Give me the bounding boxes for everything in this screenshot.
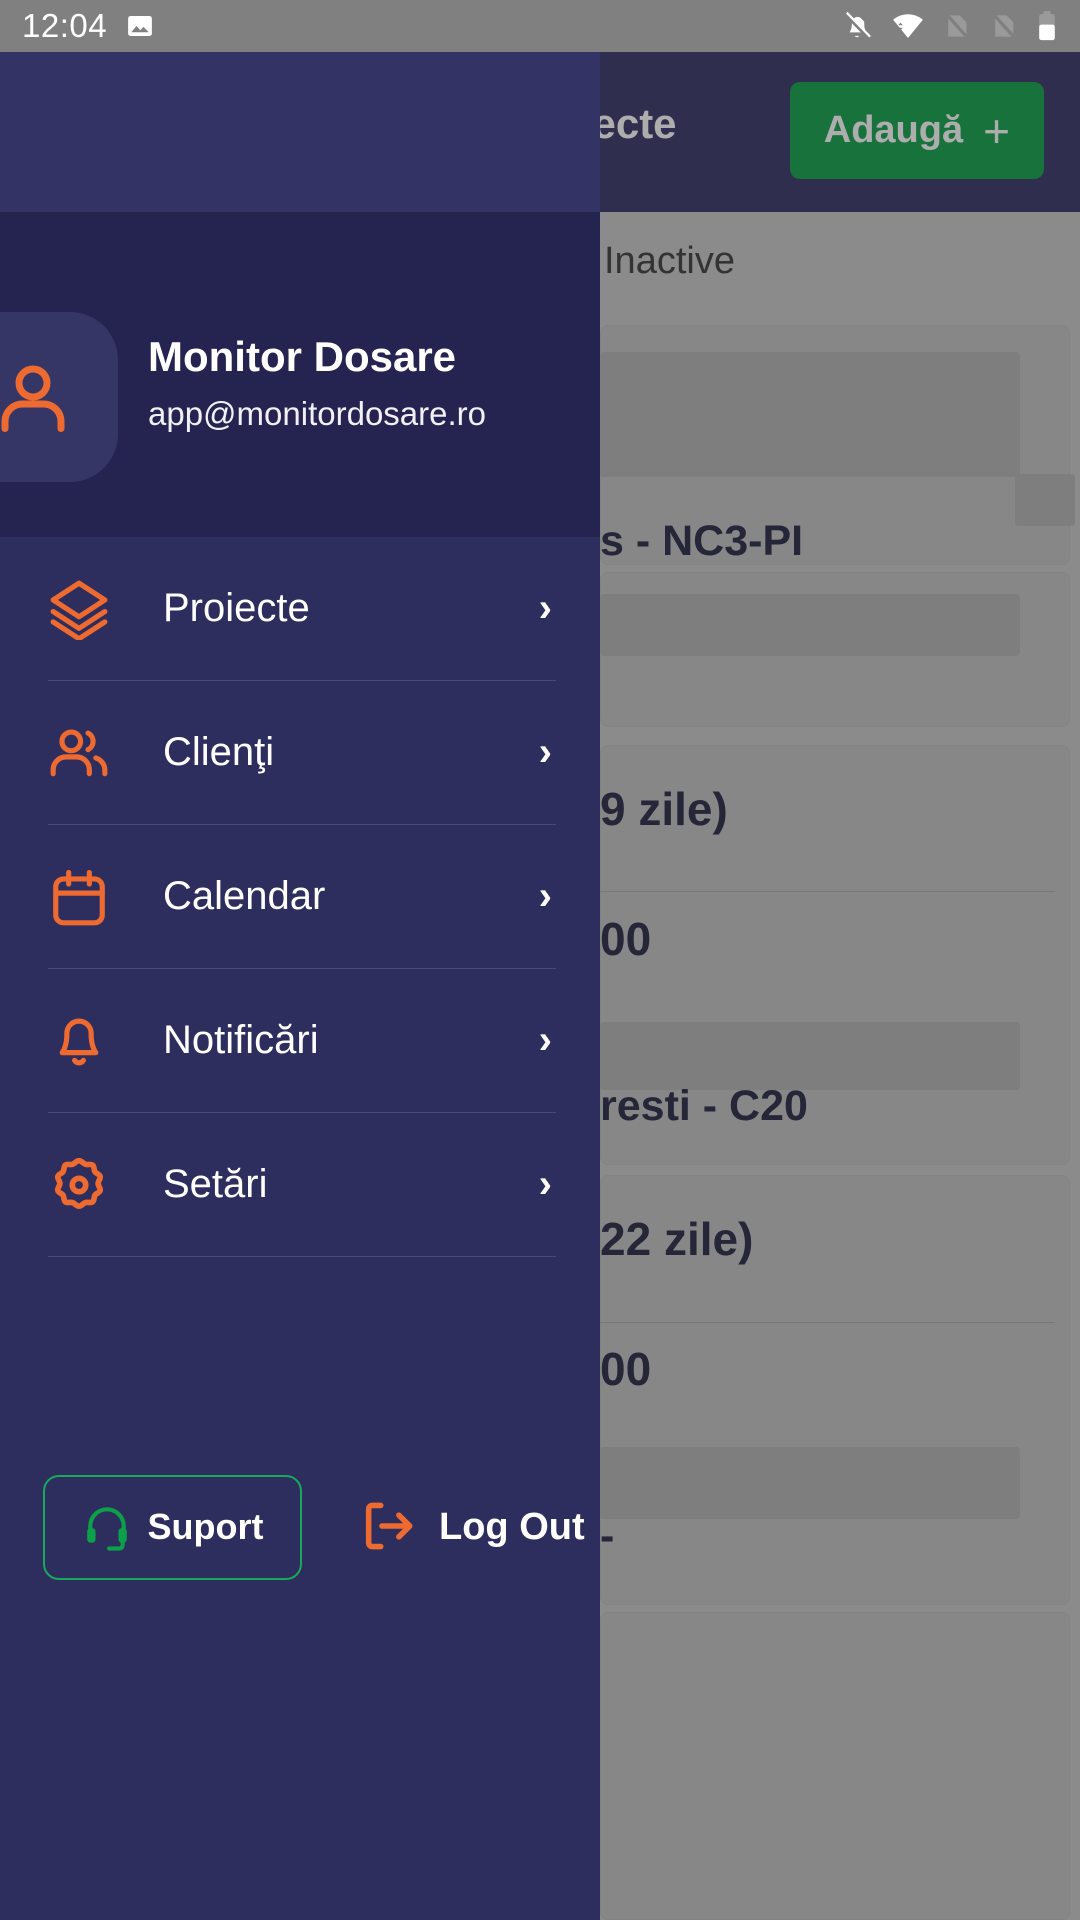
sidebar-item-label: Setări [163,1162,268,1206]
calendar-icon [46,866,112,928]
sidebar-item-clienti[interactable]: Clienţi › [0,681,600,824]
wifi-icon [893,14,923,39]
bell-icon [46,1010,112,1072]
chevron-right-icon: › [538,1162,552,1206]
sidebar-item-label: Notificări [163,1018,319,1062]
users-icon [46,722,112,784]
drawer-menu: Proiecte › Clienţi › Calendar › Notifică… [0,537,600,1257]
no-sim-2-icon [992,13,1016,39]
navigation-drawer: Monitor Dosare app@monitordosare.ro Proi… [0,52,600,1920]
headset-icon [82,1501,132,1554]
user-icon [1,365,65,432]
sidebar-item-label: Clienţi [163,730,275,774]
drawer-footer: Suport Log Out [0,1432,600,1622]
screenshot-icon [128,16,152,36]
account-name: Monitor Dosare [148,333,457,380]
drawer-account-header[interactable]: Monitor Dosare app@monitordosare.ro [0,212,600,537]
sidebar-item-calendar[interactable]: Calendar › [0,825,600,968]
account-email: app@monitordosare.ro [148,395,487,432]
drawer-top-strip [0,52,600,212]
status-bar-system-icons [840,9,1058,43]
battery-icon [1039,11,1055,41]
logout-button[interactable]: Log Out [359,1497,585,1558]
layers-icon [46,578,112,640]
notifications-off-icon [844,11,871,40]
menu-divider [48,1256,556,1257]
sidebar-item-label: Proiecte [163,586,310,630]
chevron-right-icon: › [538,586,552,630]
logout-button-label: Log Out [439,1505,585,1548]
sidebar-item-proiecte[interactable]: Proiecte › [0,537,600,680]
chevron-right-icon: › [538,874,552,918]
status-bar-notification-icons [125,11,155,41]
app-root: Listă proiecte Adaugă + Inactive s - NC3… [0,0,1080,1920]
no-sim-1-icon [945,13,969,39]
chevron-right-icon: › [538,1018,552,1062]
logout-icon [359,1497,417,1558]
sidebar-item-notificari[interactable]: Notificări › [0,969,600,1112]
gear-icon [46,1154,112,1216]
sidebar-item-setari[interactable]: Setări › [0,1113,600,1256]
avatar [0,312,118,482]
sidebar-item-label: Calendar [163,874,326,918]
support-button[interactable]: Suport [43,1474,302,1580]
status-bar-clock: 12:04 [22,7,108,44]
status-bar: 12:04 [0,0,1080,52]
chevron-right-icon: › [538,730,552,774]
support-button-label: Suport [147,1506,264,1547]
